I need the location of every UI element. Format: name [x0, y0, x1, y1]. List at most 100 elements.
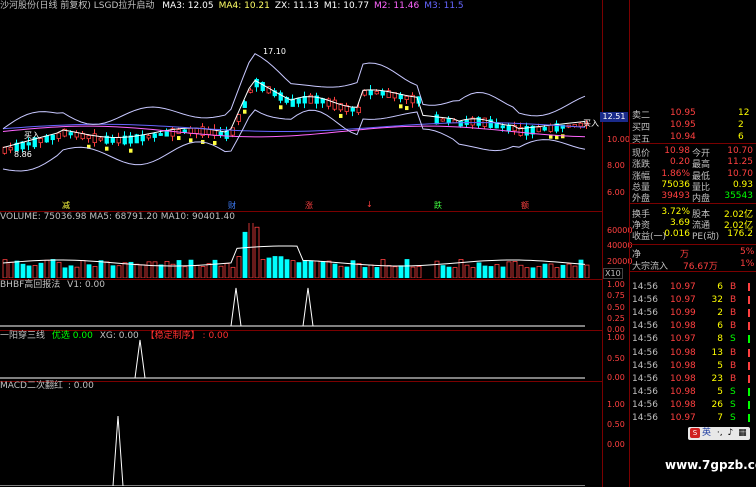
volume-bar — [452, 267, 458, 278]
volume-bar — [572, 265, 578, 278]
signal-spike — [112, 415, 124, 486]
tick-time: 14:56 — [632, 295, 658, 306]
volume-bar — [560, 264, 566, 278]
tick-time: 14:56 — [632, 373, 658, 384]
macd-chart[interactable] — [0, 386, 602, 486]
volume-bar — [62, 267, 68, 278]
axis-label: 0.50 — [607, 354, 625, 363]
tick-volume: 13 — [711, 347, 723, 358]
quote-value: 10.98 — [664, 146, 690, 156]
ask-volume: 2 — [738, 120, 744, 130]
volume-bar — [542, 263, 548, 278]
signal-block — [399, 104, 403, 109]
tick-direction-bar — [748, 309, 750, 318]
signal-block — [339, 113, 343, 118]
ime-language[interactable]: 英 — [702, 428, 711, 438]
divider — [630, 244, 756, 245]
buy-signal-left: 买入 — [24, 131, 40, 140]
tick-time: 14:56 — [632, 334, 658, 345]
tick-volume: 26 — [711, 399, 723, 410]
event-marker: 跌 — [434, 201, 442, 210]
tick-time: 14:56 — [632, 413, 658, 423]
volume-bar — [368, 264, 374, 278]
volume-bar — [512, 261, 518, 278]
volume-bar — [14, 260, 20, 278]
main-chart-title: 沙河股份(日线 前复权) LSGD拉升启动 — [0, 1, 155, 11]
volume-chart[interactable] — [0, 223, 602, 278]
volume-bar — [482, 265, 488, 278]
volume-bar — [308, 260, 314, 278]
volume-bar — [386, 265, 392, 278]
ime-mic-icon[interactable]: ♪ — [728, 428, 734, 438]
tick-time: 14:56 — [632, 282, 658, 292]
candle — [542, 127, 547, 131]
candle — [506, 124, 511, 132]
candle — [44, 135, 49, 143]
volume-bar — [146, 261, 152, 278]
candle — [2, 146, 7, 154]
quote-value: 11.25 — [727, 157, 753, 168]
volume-bar — [440, 265, 446, 278]
volume-bar — [314, 260, 320, 278]
tick-volume: 8 — [717, 334, 723, 345]
volume-bar — [380, 259, 386, 278]
candle — [26, 142, 31, 146]
volume-bar — [536, 265, 542, 278]
ma-legend-item: ZX: 11.13 — [274, 1, 319, 11]
volume-bar — [416, 265, 422, 278]
signal-block — [405, 106, 409, 111]
tick-time: 14:56 — [632, 399, 658, 410]
signal-spike — [302, 287, 314, 327]
candle — [242, 101, 247, 108]
price-chart[interactable]: 17.108.86买入买入 — [0, 12, 602, 212]
signal-block — [243, 109, 247, 114]
volume-bar — [530, 267, 536, 278]
volume-bar — [236, 256, 242, 278]
tick-volume: 5 — [717, 360, 723, 371]
candle — [536, 126, 541, 133]
ask-price: 10.95 — [670, 108, 696, 118]
ime-punct-icon[interactable]: ·, — [717, 428, 723, 438]
volume-bar — [206, 263, 212, 278]
axis-label: 0.75 — [607, 291, 625, 300]
quote-value: 0.20 — [669, 157, 690, 168]
candle — [404, 95, 409, 100]
volume-bar — [122, 262, 128, 278]
ime-toolbar[interactable]: S英 ·, ♪ ▦ — [688, 427, 750, 440]
ask-volume: 6 — [738, 132, 744, 142]
quote-value: 35543 — [724, 191, 753, 202]
candle — [56, 132, 61, 139]
divider — [630, 203, 756, 204]
volume-bar — [92, 266, 98, 278]
tick-price: 10.98 — [670, 360, 696, 371]
volume-bar — [272, 256, 278, 278]
ime-keyboard-icon[interactable]: ▦ — [738, 428, 747, 438]
volume-bar — [338, 265, 344, 278]
ma-legend-item: MA4: 10.21 — [218, 1, 270, 11]
bhbf-chart[interactable] — [0, 280, 602, 330]
candle — [362, 90, 367, 96]
volume-bar — [404, 259, 410, 278]
volume-bar — [68, 265, 74, 278]
tick-price: 10.97 — [670, 282, 696, 292]
low-price-label: 8.86 — [14, 150, 32, 159]
tick-volume: 7 — [717, 413, 723, 423]
divider — [630, 143, 756, 144]
candle — [350, 107, 355, 112]
quote-value: 10.70 — [727, 168, 753, 179]
tick-price: 10.98 — [670, 347, 696, 358]
tick-direction-bar — [748, 348, 750, 357]
yangchuan-chart[interactable] — [0, 331, 602, 381]
volume-bar — [188, 259, 194, 278]
tick-volume: 6 — [717, 282, 723, 292]
candle — [434, 114, 439, 125]
tick-direction-bar — [748, 387, 750, 396]
volume-bar — [38, 262, 44, 278]
tick-price: 10.98 — [670, 386, 696, 397]
volume-bar — [494, 264, 500, 278]
watermark: www.7gpzb.com — [665, 458, 756, 472]
event-marker: 减 — [62, 201, 70, 210]
axis-label: 1.00 — [607, 400, 625, 409]
candle — [110, 137, 115, 143]
candle — [68, 132, 73, 136]
